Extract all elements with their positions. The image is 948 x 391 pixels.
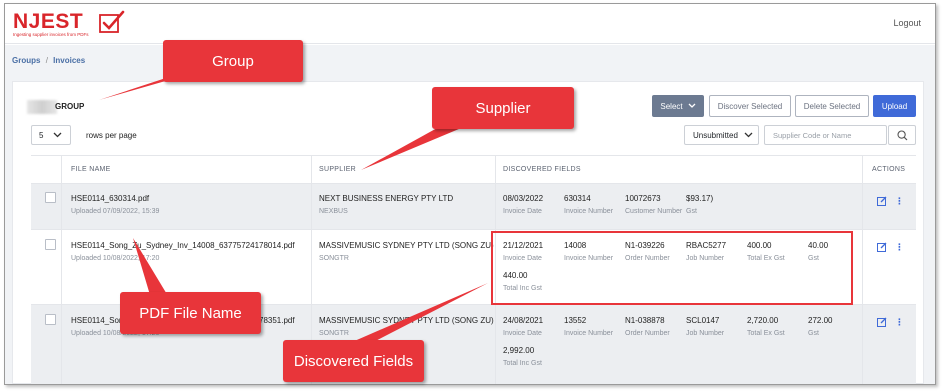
discovered-fields-highlight (491, 231, 853, 305)
field-label: Invoice Date (503, 330, 542, 337)
discover-selected-button[interactable]: Discover Selected (709, 95, 791, 117)
supplier-code: NEXBUS (319, 208, 348, 215)
field-label: Total Ex Gst (747, 330, 785, 337)
field-label: Invoice Number (564, 330, 614, 337)
callout-group: Group (163, 40, 303, 82)
field-value: $93.17) (686, 194, 714, 203)
status-filter-select[interactable]: Unsubmitted (684, 125, 759, 145)
supplier-code: SONGTR (319, 255, 349, 262)
row-checkbox[interactable] (45, 314, 56, 325)
supplier-name: NEXT BUSINESS ENERGY PTY LTD (319, 194, 454, 203)
upload-date: Uploaded 07/09/2022, 15:39 (71, 208, 160, 215)
field-value: SCL0147 (686, 316, 720, 325)
more-options-icon[interactable]: ⋮ (895, 242, 904, 252)
field-value: 272.00 (808, 316, 833, 325)
field-label: Order Number (625, 330, 670, 337)
upload-date: Uploaded 10/08/2022, 17:20 (71, 255, 160, 262)
field-label: Customer Number (625, 208, 683, 215)
field-value: 08/03/2022 (503, 194, 544, 203)
checkmark-icon (99, 10, 125, 33)
field-value: 24/08/2021 (503, 316, 544, 325)
top-bar: NJEST Ingesting supplier invoices from P… (5, 4, 935, 44)
field-value: 630314 (564, 194, 591, 203)
file-name[interactable]: HSE0114_630314.pdf (71, 194, 149, 203)
field-value: 2,992.00 (503, 346, 535, 355)
callout-discovered-fields: Discovered Fields (283, 340, 424, 382)
supplier-name: MASSIVEMUSIC SYDNEY PTY LTD (SONG ZU) (319, 316, 494, 325)
field-value: 13552 (564, 316, 587, 325)
search-placeholder: Supplier Code or Name (773, 130, 852, 140)
field-label: Total Inc Gst (503, 360, 542, 367)
field-label: Invoice Date (503, 208, 542, 215)
logo[interactable]: NJEST Ingesting supplier invoices from P… (13, 10, 133, 40)
callout-pdf-file-name: PDF File Name (120, 292, 261, 334)
breadcrumb-separator: / (45, 56, 48, 65)
rows-per-page-label: rows per page (86, 131, 137, 140)
field-label: Gst (808, 330, 819, 337)
edit-icon[interactable] (877, 196, 887, 206)
field-value: N1-038878 (625, 316, 665, 325)
field-label: Gst (686, 208, 697, 215)
rows-per-page-select[interactable]: 5 (31, 125, 71, 145)
file-name[interactable]: HSE0114_Song_Zu_Sydney_Inv_14008_6377572… (71, 241, 295, 250)
field-value: 2,720.00 (747, 316, 779, 325)
header-supplier[interactable]: SUPPLIER (319, 166, 356, 173)
supplier-code: SONGTR (319, 330, 349, 337)
breadcrumb-invoices: Invoices (53, 56, 86, 65)
logo-text: NJEST (13, 10, 84, 33)
search-button[interactable] (888, 125, 916, 145)
chevron-down-icon (53, 132, 62, 138)
group-name: GROUP (55, 102, 85, 111)
row-checkbox[interactable] (45, 239, 56, 250)
table-row[interactable]: HSE0114_630314.pdf Uploaded 07/09/2022, … (31, 184, 916, 230)
field-value: 10072673 (625, 194, 661, 203)
chevron-down-icon (688, 103, 696, 108)
more-options-icon[interactable]: ⋮ (895, 317, 904, 327)
callout-supplier: Supplier (432, 87, 574, 129)
rows-per-page-value: 5 (39, 130, 44, 140)
select-label: Select (660, 101, 683, 111)
delete-selected-button[interactable]: Delete Selected (795, 95, 869, 117)
breadcrumb: Groups / Invoices (12, 56, 85, 65)
table-header: FILE NAME SUPPLIER DISCOVERED FIELDS ACT… (31, 155, 916, 184)
select-dropdown-button[interactable]: Select (652, 95, 704, 117)
header-discovered-fields: DISCOVERED FIELDS (503, 166, 581, 173)
breadcrumb-groups[interactable]: Groups (12, 56, 40, 65)
row-checkbox[interactable] (45, 192, 56, 203)
logout-link[interactable]: Logout (893, 18, 921, 28)
edit-icon[interactable] (877, 317, 887, 327)
status-filter-value: Unsubmitted (693, 130, 738, 140)
header-file-name[interactable]: FILE NAME (71, 166, 111, 173)
more-options-icon[interactable]: ⋮ (895, 196, 904, 206)
upload-button[interactable]: Upload (873, 95, 916, 117)
group-name-redacted (27, 100, 57, 114)
chevron-down-icon (744, 132, 753, 138)
field-label: Invoice Number (564, 208, 614, 215)
logo-tagline: Ingesting supplier invoices from PDFs (13, 32, 89, 37)
search-icon (896, 129, 907, 140)
edit-icon[interactable] (877, 242, 887, 252)
field-label: Job Number (686, 330, 725, 337)
header-actions: ACTIONS (872, 166, 906, 173)
supplier-search-input[interactable]: Supplier Code or Name (764, 125, 887, 145)
supplier-name: MASSIVEMUSIC SYDNEY PTY LTD (SONG ZU) (319, 241, 494, 250)
